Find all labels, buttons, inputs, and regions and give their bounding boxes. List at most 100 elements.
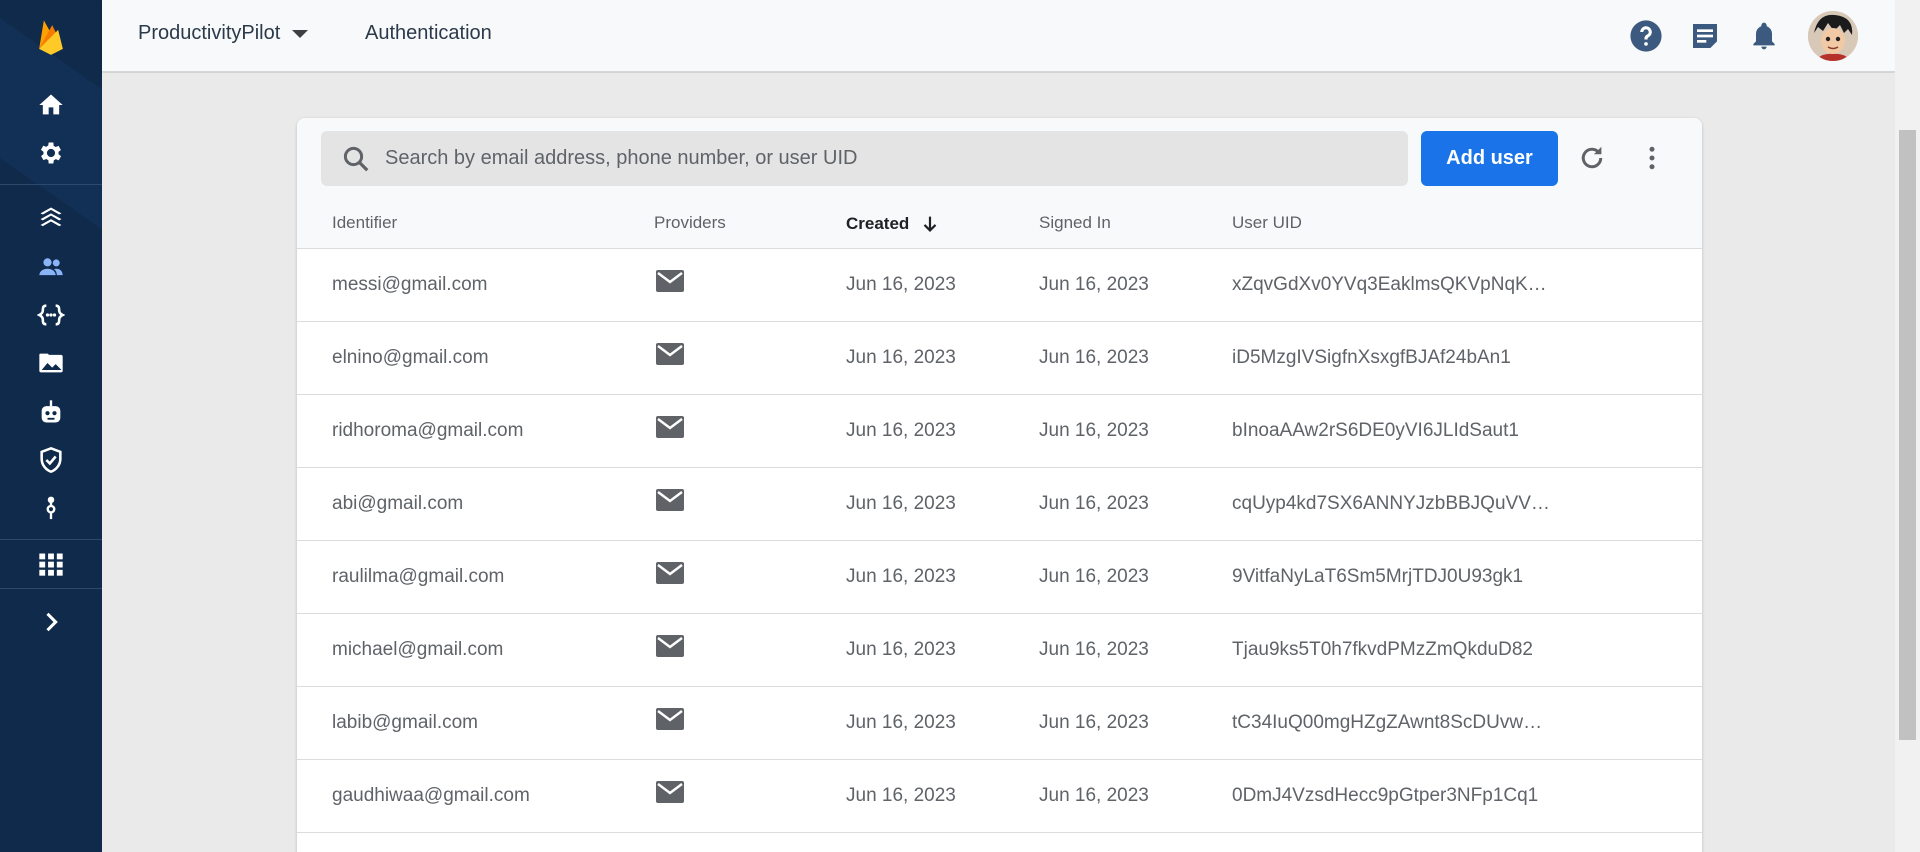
search-input[interactable] <box>385 147 1335 170</box>
refresh-icon <box>1581 146 1603 169</box>
main-content: Add user Identifier Providers Created Si… <box>102 73 1895 852</box>
cell-signed-in: Jun 16, 2023 <box>1039 420 1149 441</box>
sidebar-expand-button[interactable] <box>0 600 102 644</box>
cell-identifier: gaudhiwaa@gmail.com <box>332 785 530 806</box>
cell-created: Jun 16, 2023 <box>846 347 956 368</box>
sidebar-item-all-products[interactable] <box>0 542 102 586</box>
feedback-icon <box>1693 24 1717 48</box>
cell-created: Jun 16, 2023 <box>846 785 956 806</box>
sidebar-item-ml[interactable] <box>0 390 102 434</box>
sidebar-item-storage[interactable] <box>0 341 102 385</box>
cell-signed-in: Jun 16, 2023 <box>1039 785 1149 806</box>
column-header-providers[interactable]: Providers <box>654 213 726 233</box>
more-options-button[interactable] <box>1634 140 1670 176</box>
cell-identifier: messi@gmail.com <box>332 274 488 295</box>
sidebar-divider <box>0 588 102 589</box>
chevron-right-icon <box>46 612 58 632</box>
column-header-created[interactable]: Created <box>846 213 941 235</box>
top-bar: ProductivityPilot Authentication <box>102 0 1895 72</box>
cell-user-uid: bInoaAAw2rS6DE0yVI6JLIdSaut1 <box>1232 420 1519 441</box>
cell-identifier: elnino@gmail.com <box>332 347 489 368</box>
sidebar-item-functions[interactable] <box>0 293 102 337</box>
firebase-logo[interactable] <box>0 14 102 60</box>
feedback-button[interactable] <box>1687 18 1723 54</box>
home-icon <box>39 94 63 115</box>
sidebar-divider <box>0 539 102 540</box>
sidebar-divider <box>0 184 102 185</box>
refresh-button[interactable] <box>1574 140 1610 176</box>
avatar-image <box>1808 11 1858 61</box>
cell-user-uid: 0DmJ4VzsdHecc9pGtper3NFp1Cq1 <box>1232 785 1539 806</box>
table-row[interactable]: raulilma@gmail.com Jun 16, 2023 Jun 16, 20… <box>297 541 1702 614</box>
cell-identifier: michael@gmail.com <box>332 639 504 660</box>
cell-user-uid: tC34IuQ00mgHZgZAwnt8ScDUvw… <box>1232 712 1543 733</box>
table-row[interactable]: gaudhiwaa@gmail.com Jun 16, 2023 Jun 16, 2… <box>297 760 1702 833</box>
cell-identifier: abi@gmail.com <box>332 493 464 514</box>
help-icon <box>1630 20 1662 52</box>
page-title: Authentication <box>365 22 492 44</box>
table-row[interactable]: michael@gmail.com Jun 16, 2023 Jun 16, 202… <box>297 614 1702 687</box>
cell-identifier: ridhoroma@gmail.com <box>332 420 524 441</box>
firebase-logo-icon <box>39 20 63 55</box>
cell-signed-in: Jun 16, 2023 <box>1039 639 1149 660</box>
sidebar-item-settings[interactable] <box>0 131 102 175</box>
sidebar-item-extensions[interactable] <box>0 486 102 530</box>
cell-user-uid: xZqvGdXv0YVq3EaklmsQKVpNqK… <box>1232 274 1547 295</box>
cell-created: Jun 16, 2023 <box>846 566 956 587</box>
gear-icon <box>40 142 62 164</box>
email-provider-icon <box>656 635 684 657</box>
project-selector[interactable]: ProductivityPilot <box>138 22 309 45</box>
table-row[interactable]: labib@gmail.com Jun 16, 2023 Jun 16, 2023 t… <box>297 687 1702 760</box>
cell-signed-in: Jun 16, 2023 <box>1039 274 1149 295</box>
sidebar-item-home[interactable] <box>0 83 102 127</box>
table-row[interactable]: messi@gmail.com Jun 16, 2023 Jun 16, 2023 x… <box>297 249 1702 322</box>
build-layers-icon <box>40 207 62 227</box>
search-icon <box>343 146 369 171</box>
email-provider-icon <box>656 343 684 365</box>
table-row[interactable]: elnino@gmail.com Jun 16, 2023 Jun 16, 2023… <box>297 322 1702 395</box>
table-toolbar: Add user Identifier Providers Created Si… <box>297 118 1702 249</box>
cell-created: Jun 16, 2023 <box>846 274 956 295</box>
shield-check-icon <box>40 446 62 474</box>
functions-icon <box>37 304 65 326</box>
column-header-signed-in[interactable]: Signed In <box>1039 213 1111 233</box>
cell-signed-in: Jun 16, 2023 <box>1039 712 1149 733</box>
table-row[interactable]: ridhoroma@gmail.com Jun 16, 2023 Jun 16, 2… <box>297 395 1702 468</box>
cell-identifier: labib@gmail.com <box>332 712 479 733</box>
email-provider-icon <box>656 270 684 292</box>
cell-user-uid: Tjau9ks5T0h7fkvdPMzZmQkduD82 <box>1232 639 1533 660</box>
caret-down-icon <box>292 29 309 38</box>
search-box[interactable] <box>321 131 1408 186</box>
scrollbar-thumb[interactable] <box>1899 130 1916 740</box>
cell-identifier: raulilma@gmail.com <box>332 566 505 587</box>
grid-icon <box>39 553 63 576</box>
more-vert-icon <box>1649 146 1655 170</box>
cell-signed-in: Jun 16, 2023 <box>1039 347 1149 368</box>
sidebar-item-authentication[interactable] <box>0 245 102 289</box>
cell-created: Jun 16, 2023 <box>846 712 956 733</box>
cell-created: Jun 16, 2023 <box>846 493 956 514</box>
users-table-card: Add user Identifier Providers Created Si… <box>297 118 1702 852</box>
avatar[interactable] <box>1808 11 1858 61</box>
scrollbar-track[interactable] <box>1895 0 1920 852</box>
email-provider-icon <box>656 562 684 584</box>
sidebar-item-build[interactable] <box>0 196 102 240</box>
sidebar-item-app-check[interactable] <box>0 438 102 482</box>
column-header-created-label: Created <box>846 214 910 233</box>
help-button[interactable] <box>1628 18 1664 54</box>
add-user-button[interactable]: Add user <box>1421 131 1558 186</box>
notifications-button[interactable] <box>1746 18 1782 54</box>
email-provider-icon <box>656 781 684 803</box>
image-icon <box>39 353 63 373</box>
table-row[interactable]: abi@gmail.com Jun 16, 2023 Jun 16, 2023 cqU… <box>297 468 1702 541</box>
cell-signed-in: Jun 16, 2023 <box>1039 566 1149 587</box>
cell-user-uid: cqUyp4kd7SX6ANNYJzbBBJQuVV… <box>1232 493 1550 514</box>
column-header-user-uid[interactable]: User UID <box>1232 213 1302 233</box>
column-header-identifier[interactable]: Identifier <box>332 213 397 233</box>
sidebar-nav <box>0 0 102 852</box>
cell-user-uid: 9VitfaNyLaT6Sm5MrjTDJ0U93gk1 <box>1232 566 1524 587</box>
bell-icon <box>1753 22 1775 50</box>
cell-user-uid: iD5MzgIVSigfnXsxgfBJAf24bAn1 <box>1232 347 1511 368</box>
arrow-down-icon <box>924 216 937 232</box>
cell-signed-in: Jun 16, 2023 <box>1039 493 1149 514</box>
